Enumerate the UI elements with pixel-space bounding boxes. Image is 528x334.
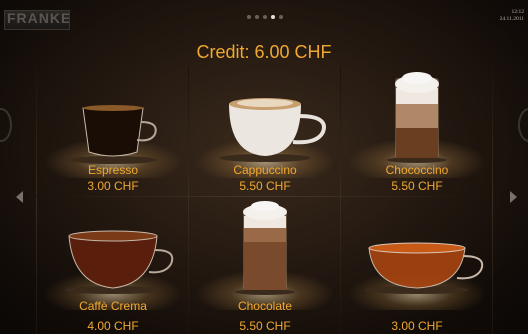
previous-page-arrow-icon[interactable] xyxy=(16,191,23,203)
page-indicator xyxy=(247,15,283,19)
page-dot-active[interactable] xyxy=(271,15,275,19)
cappuccino-cup-icon xyxy=(219,98,326,162)
product-name: Caffè Crema xyxy=(79,299,147,313)
product-price: 5.50 CHF xyxy=(239,319,291,333)
product-name: Chocolate xyxy=(237,299,293,313)
clock: 12:12 24.11.2011 xyxy=(500,9,524,23)
product-name: Cappuccino xyxy=(233,163,297,177)
product-tile-chocolate[interactable]: Chocolate 5.50 CHF xyxy=(189,198,341,333)
product-tile-espresso[interactable]: Espresso 3.00 CHF xyxy=(37,66,189,199)
chococcino-glass-icon xyxy=(387,72,447,163)
product-tile-cappuccino[interactable]: Cappuccino 5.50 CHF xyxy=(189,66,341,199)
product-tile-tea[interactable]: 3.00 CHF xyxy=(341,198,493,333)
caffe-crema-cup-icon xyxy=(65,230,174,294)
product-price: 5.50 CHF xyxy=(239,179,291,193)
next-page-cup-icon xyxy=(518,108,528,142)
chocolate-glass-icon xyxy=(235,201,295,295)
product-name: Chococcino xyxy=(385,163,449,177)
logo-text: FRANKE xyxy=(7,10,70,26)
product-price: 3.00 CHF xyxy=(87,179,139,193)
product-name: Espresso xyxy=(87,163,139,177)
clock-date: 24.11.2011 xyxy=(499,16,524,22)
espresso-cup-icon xyxy=(69,105,157,164)
page-dot[interactable] xyxy=(255,15,259,19)
tea-cup-icon xyxy=(365,242,484,294)
franke-logo: FRANKE xyxy=(4,10,70,30)
product-tile-chococcino[interactable]: Chococcino 5.50 CHF xyxy=(341,66,493,199)
coffee-machine-screen: FRANKE 12:12 24.11.2011 Credit: 6.00 CHF… xyxy=(0,0,528,334)
credit-display: Credit: 6.00 CHF xyxy=(196,42,332,62)
next-page-arrow-icon[interactable] xyxy=(510,191,517,203)
page-dot[interactable] xyxy=(247,15,251,19)
page-dot[interactable] xyxy=(263,15,267,19)
product-tile-caffe-crema[interactable]: Caffè Crema 4.00 CHF xyxy=(37,198,189,333)
clock-time: 12:12 xyxy=(511,9,524,15)
page-dot[interactable] xyxy=(279,15,283,19)
product-price: 3.00 CHF xyxy=(391,319,443,333)
product-price: 5.50 CHF xyxy=(391,179,443,193)
product-price: 4.00 CHF xyxy=(87,319,139,333)
prev-page-cup-icon xyxy=(0,108,12,142)
